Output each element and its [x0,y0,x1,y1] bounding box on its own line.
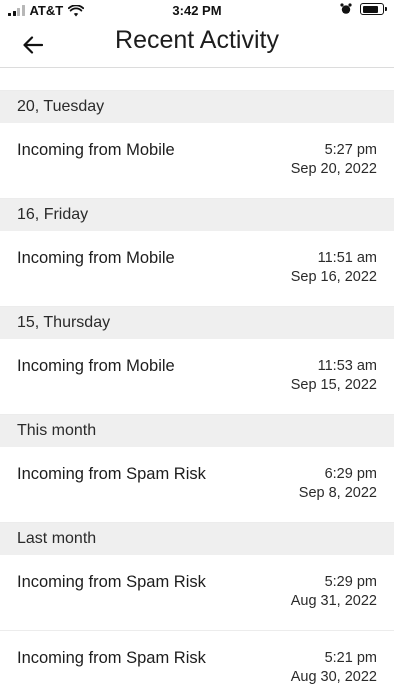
activity-row[interactable]: Incoming from Spam Risk 5:21 pm Aug 30, 20… [0,631,394,700]
activity-time: 5:21 pm [324,650,377,666]
activity-date: Sep 15, 2022 [290,377,377,393]
activity-title: Incoming from Mobile [17,249,175,267]
battery-icon [360,3,387,15]
section-header: This month [0,415,394,447]
section-header: 15, Thursday [0,307,394,339]
section-header: 16, Friday [0,199,394,231]
activity-row[interactable]: Incoming from Mobile 11:51 am Sep 16, 2022 [0,231,394,307]
activity-date: Sep 8, 2022 [298,485,377,501]
status-time: 3:42 PM [172,3,222,18]
section-header: 20, Tuesday [0,91,394,123]
activity-date: Aug 30, 2022 [290,669,377,685]
activity-time: 11:53 am [317,358,377,374]
activity-title: Incoming from Mobile [17,141,175,159]
section-header: Last month [0,523,394,555]
activity-row[interactable]: Incoming from Mobile 11:53 am Sep 15, 2022 [0,339,394,415]
battery-level [362,5,378,13]
activity-time: 5:27 pm [324,142,377,158]
activity-time: 5:29 pm [324,574,377,590]
status-bar-right [340,3,387,15]
alarm-icon [340,3,352,14]
activity-list[interactable]: 20, Tuesday Incoming from Mobile 5:27 pm Se… [0,68,394,700]
activity-date: Sep 16, 2022 [290,269,377,285]
activity-row[interactable]: Incoming from Mobile 5:27 pm Sep 20, 2022 [0,123,394,199]
recent-activity-screen: AT&T 3:42 PM Recent Activity 20, Tuesday… [0,0,394,700]
activity-time: 6:29 pm [324,466,377,482]
status-bar: AT&T 3:42 PM [0,0,394,22]
activity-time: 11:51 am [317,250,377,266]
activity-title: Incoming from Spam Risk [17,649,206,667]
page-title: Recent Activity [115,26,279,54]
nav-header: Recent Activity [0,22,394,68]
activity-row[interactable]: Incoming from Spam Risk 5:29 pm Aug 31, 20… [0,555,394,631]
activity-title: Incoming from Mobile [17,357,175,375]
activity-date: Sep 20, 2022 [290,161,377,177]
activity-title: Incoming from Spam Risk [17,573,206,591]
list-item-partial [0,68,394,91]
activity-row[interactable]: Incoming from Spam Risk 6:29 pm Sep 8, 202… [0,447,394,523]
activity-title: Incoming from Spam Risk [17,465,206,483]
activity-date: Aug 31, 2022 [290,593,377,609]
